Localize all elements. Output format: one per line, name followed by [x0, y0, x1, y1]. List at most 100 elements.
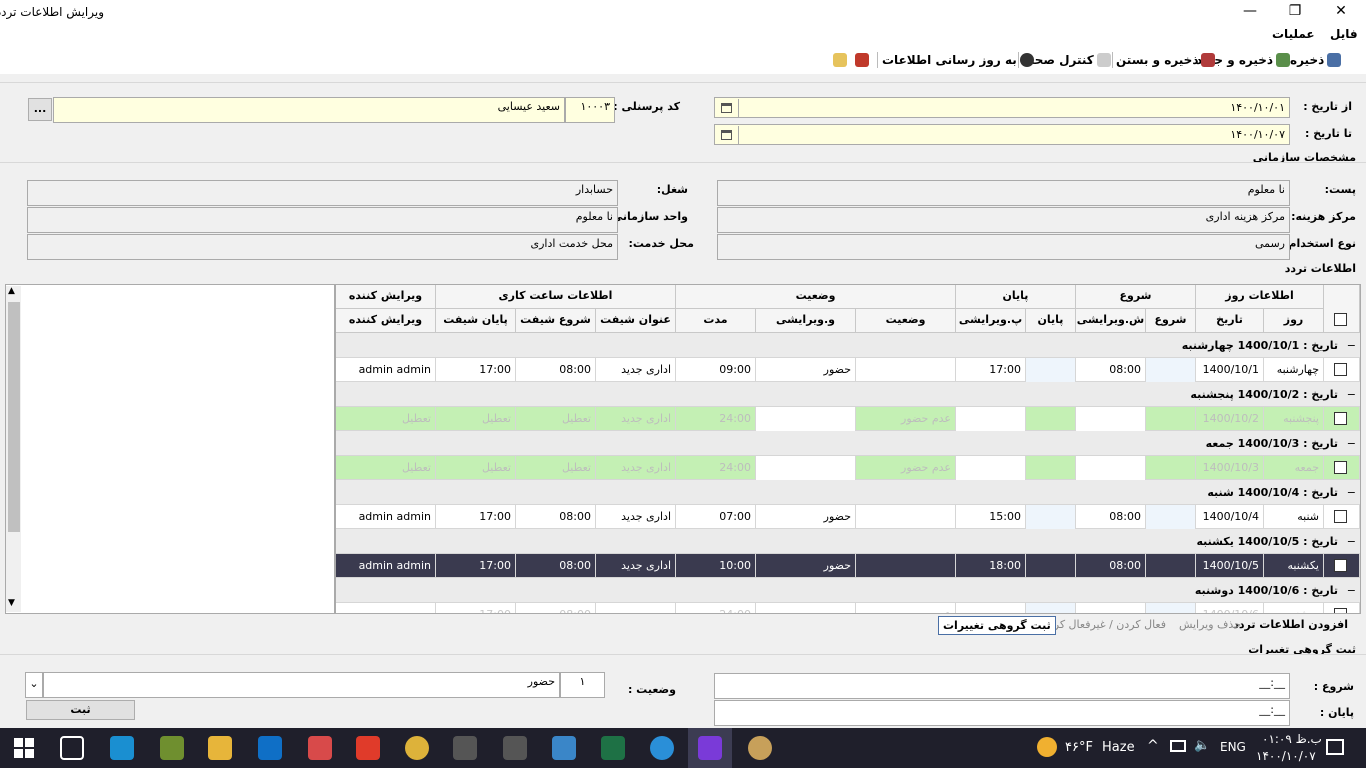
- collapse-icon[interactable]: −: [1347, 480, 1356, 505]
- table-row[interactable]: پنجشنبه 1400/10/2 عدم حضور 24:00 اداری جدید ت…: [336, 407, 1360, 431]
- menu-operations[interactable]: عملیات: [1272, 27, 1315, 41]
- weather-text[interactable]: Haze: [1102, 740, 1135, 755]
- anydesk-icon[interactable]: [356, 736, 380, 760]
- group-row[interactable]: تاریخ : 1400/10/6 دوشنبه −: [336, 578, 1360, 603]
- menu-file[interactable]: فایل: [1330, 27, 1358, 41]
- column-header[interactable]: عنوان شیفت: [596, 309, 676, 333]
- row-checkbox[interactable]: [1334, 412, 1347, 425]
- save-close-button[interactable]: ذخيره و بستن: [1116, 50, 1216, 70]
- group-row[interactable]: تاریخ : 1400/10/5 یکشنبه −: [336, 529, 1360, 554]
- chrome-icon[interactable]: [405, 736, 429, 760]
- column-header[interactable]: ویرایش کننده: [336, 309, 436, 333]
- table-row[interactable]: چهارشنبه 1400/10/1 08:00 17:00 حضور 09:00 ادار…: [336, 358, 1360, 382]
- bulk-end-field[interactable]: __:__: [714, 700, 1290, 726]
- help-document-icon[interactable]: [833, 53, 847, 67]
- tab-add-traffic[interactable]: افزودن اطلاعات تردد: [1233, 618, 1348, 631]
- task-view-icon[interactable]: [60, 736, 84, 760]
- bulk-status-code[interactable]: ۱: [560, 672, 605, 698]
- tab-delete-edit[interactable]: حذف ویرایش: [1179, 618, 1241, 631]
- weather-icon[interactable]: [1037, 737, 1057, 757]
- clock-date[interactable]: ۱۴۰۰/۱۰/۰۷: [1256, 749, 1316, 763]
- from-date-field[interactable]: ۱۴۰۰/۱۰/۰۱: [714, 97, 1290, 118]
- calendar-icon[interactable]: [715, 126, 739, 144]
- chevron-down-icon[interactable]: ⌄: [25, 672, 43, 698]
- to-date-field[interactable]: ۱۴۰۰/۱۰/۰۷: [714, 124, 1290, 145]
- weather-temp[interactable]: ۴۶°F: [1065, 740, 1093, 755]
- network-icon[interactable]: [1170, 740, 1186, 752]
- tab-toggle-active[interactable]: فعال کردن / غیرفعال کردن: [1041, 618, 1166, 631]
- column-group-header[interactable]: اطلاعات روز: [1196, 285, 1324, 309]
- column-group-header[interactable]: پایان: [956, 285, 1076, 309]
- tools-icon-2[interactable]: [503, 736, 527, 760]
- bulk-submit-button[interactable]: ثبت: [26, 700, 135, 720]
- file-explorer-icon[interactable]: [208, 736, 232, 760]
- row-checkbox[interactable]: [1334, 510, 1347, 523]
- settings-gear-icon[interactable]: [650, 736, 674, 760]
- column-header[interactable]: روز: [1264, 309, 1324, 333]
- column-header[interactable]: تاریخ: [1196, 309, 1264, 333]
- minimize-button[interactable]: —: [1227, 0, 1273, 22]
- column-group-header[interactable]: اطلاعات ساعت کاری: [436, 285, 676, 309]
- outlook-icon[interactable]: [258, 736, 282, 760]
- clock-time[interactable]: ب.ظ ۰۱:۰۹: [1262, 732, 1322, 746]
- collapse-icon[interactable]: −: [1347, 333, 1356, 358]
- table-row[interactable]: جمعه 1400/10/3 عدم حضور 24:00 اداری جدید تعطی…: [336, 456, 1360, 480]
- collapse-icon[interactable]: −: [1347, 382, 1356, 407]
- row-checkbox[interactable]: [1334, 363, 1347, 376]
- column-header[interactable]: پایان: [1026, 309, 1076, 333]
- browse-button[interactable]: ...: [28, 98, 52, 121]
- close-button[interactable]: ✕: [1318, 0, 1364, 22]
- tab-group-changes[interactable]: ثبت گروهی تغییرات: [938, 616, 1056, 635]
- table-row[interactable]: شنبه 1400/10/4 08:00 15:00 حضور 07:00 اداری جد…: [336, 505, 1360, 529]
- column-header[interactable]: ش.ویرایشی: [1076, 309, 1146, 333]
- group-row[interactable]: تاریخ : 1400/10/1 چهارشنبه −: [336, 333, 1360, 358]
- select-all-checkbox[interactable]: [1334, 313, 1347, 326]
- personnel-code-field[interactable]: ۱۰۰۰۳: [565, 97, 615, 123]
- column-group-header[interactable]: ویرایش کننده: [336, 285, 436, 309]
- app-icon-cube[interactable]: [110, 736, 134, 760]
- refresh-button[interactable]: به روز رسانی اطلاعات: [882, 50, 1034, 70]
- row-checkbox[interactable]: [1334, 461, 1347, 474]
- language-indicator[interactable]: ENG: [1220, 740, 1246, 754]
- column-header[interactable]: پایان شیفت: [436, 309, 516, 333]
- windows-start-icon[interactable]: [14, 738, 34, 758]
- table-row[interactable]: دوشنبه1400/10/6 عدم حضور 24:00 08:0017:00: [336, 603, 1360, 613]
- bulk-status-select[interactable]: حضور: [43, 672, 560, 698]
- column-header[interactable]: مدت: [676, 309, 756, 333]
- active-app-icon[interactable]: [698, 736, 722, 760]
- excel-icon[interactable]: [601, 736, 625, 760]
- remote-desktop-icon[interactable]: [552, 736, 576, 760]
- column-header[interactable]: شروع شیفت: [516, 309, 596, 333]
- scroll-down-icon[interactable]: ▼: [8, 598, 15, 608]
- column-header[interactable]: شروع: [1146, 309, 1196, 333]
- validate-button[interactable]: کنترل صحت: [1022, 50, 1111, 70]
- chevron-up-icon[interactable]: ^: [1147, 738, 1159, 754]
- group-row[interactable]: تاریخ : 1400/10/3 جمعه −: [336, 431, 1360, 456]
- collapse-icon[interactable]: −: [1347, 578, 1356, 603]
- column-header[interactable]: پ.ویرایشی: [956, 309, 1026, 333]
- group-row[interactable]: تاریخ : 1400/10/4 شنبه −: [336, 480, 1360, 505]
- column-group-header[interactable]: شروع: [1076, 285, 1196, 309]
- volume-icon[interactable]: 🔈: [1194, 738, 1210, 753]
- personnel-name-field[interactable]: سعید عیسایی: [53, 97, 565, 123]
- row-checkbox[interactable]: [1334, 559, 1347, 572]
- collapse-icon[interactable]: −: [1347, 529, 1356, 554]
- column-group-header[interactable]: وضعیت: [676, 285, 956, 309]
- collapse-icon[interactable]: −: [1347, 431, 1356, 456]
- tools-icon[interactable]: [453, 736, 477, 760]
- paint-palette-icon[interactable]: [748, 736, 772, 760]
- column-header[interactable]: وضعیت: [856, 309, 956, 333]
- paint-icon[interactable]: [308, 736, 332, 760]
- report-icon[interactable]: [855, 53, 869, 67]
- notifications-icon[interactable]: [1326, 739, 1344, 755]
- scrollbar-thumb[interactable]: [8, 302, 20, 532]
- restore-button[interactable]: ❐: [1272, 0, 1318, 22]
- bulk-start-field[interactable]: __:__: [714, 673, 1290, 699]
- table-row[interactable]: یکشنبه 1400/10/5 08:00 18:00 حضور 10:00 اداری …: [336, 554, 1360, 578]
- group-row[interactable]: تاریخ : 1400/10/2 پنجشنبه −: [336, 382, 1360, 407]
- traffic-grid[interactable]: اطلاعات روز شروع پایان وضعیت اطلاعات ساعت کا…: [335, 284, 1361, 614]
- app-icon-green[interactable]: [160, 736, 184, 760]
- scroll-up-icon[interactable]: ▲: [8, 286, 15, 296]
- column-header[interactable]: و.ویرایشی: [756, 309, 856, 333]
- save-button[interactable]: ذخيره: [1290, 50, 1342, 70]
